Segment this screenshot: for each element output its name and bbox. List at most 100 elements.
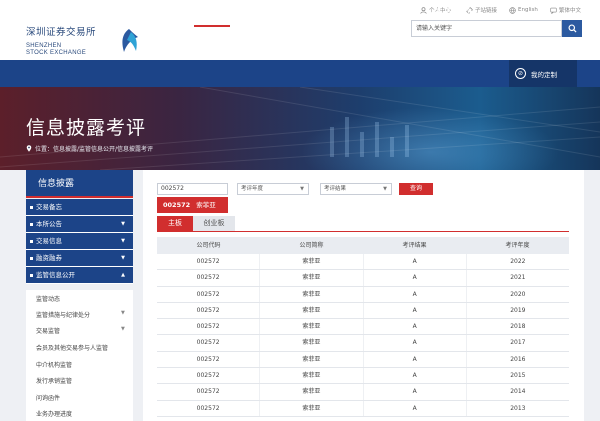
autocomplete-suggestion[interactable]: 002572 索菲亚	[157, 197, 228, 213]
sidebar-item-regulatory-info[interactable]: 监管信息公开 ▲	[26, 267, 133, 284]
table-cell: A	[364, 400, 467, 416]
globe-icon	[509, 6, 516, 14]
table-cell: 索菲亚	[260, 368, 364, 384]
search-icon	[567, 24, 577, 33]
table-cell: 2016	[510, 355, 526, 363]
nav-market-services[interactable]: 市场服务	[374, 0, 410, 27]
sidebar-title: 信息披露	[26, 170, 133, 198]
table-cell: 2014	[510, 388, 526, 396]
table-cell: 索菲亚	[260, 302, 364, 319]
table-cell: 002572	[157, 319, 261, 335]
table-row: 002572 索菲亚 A 2013	[157, 400, 569, 417]
logo-english-line-1: SHENZHEN	[26, 43, 62, 49]
table-cell: 索菲亚	[260, 384, 364, 400]
tab-gem-board[interactable]: 创业板	[193, 216, 235, 231]
sidebar-sub-item[interactable]: 业务办理进度	[36, 409, 72, 418]
header-company-name: 公司简称	[299, 242, 324, 249]
chevron-down-icon: ▼	[121, 310, 125, 316]
table-cell: 002572	[157, 254, 261, 270]
chevron-down-icon: ▼	[121, 221, 125, 227]
sidebar-sub-item[interactable]: 发行承销监管	[36, 376, 72, 385]
caret-down-icon: ▼	[383, 186, 387, 192]
table-cell: 索菲亚	[260, 254, 364, 270]
table-row: 002572 索菲亚 A 2022	[157, 254, 569, 271]
table-cell: 索菲亚	[260, 335, 364, 351]
sidebar-sub-item[interactable]: 监管措施与纪律处分 ▼	[36, 310, 125, 319]
table-cell: A	[364, 384, 467, 400]
table-cell: 002572	[157, 335, 261, 351]
sidebar-sub-item[interactable]: 问询函件	[36, 393, 60, 402]
table-cell: 2021	[510, 274, 526, 282]
table-cell: 002572	[157, 270, 261, 286]
table-cell: 002572	[157, 400, 261, 416]
header-result: 考评结果	[402, 242, 427, 249]
result-select[interactable]: 考评结果 ▼	[320, 183, 392, 195]
table-cell: 索菲亚	[260, 319, 364, 335]
traditional-chinese-link[interactable]: 繁体中文	[550, 5, 581, 15]
logo-emblem-icon	[122, 29, 138, 52]
table-cell: 索菲亚	[260, 286, 364, 302]
search-button[interactable]	[562, 20, 582, 37]
nav-disclosure[interactable]: 信息披露	[194, 0, 231, 27]
table-header: 公司代码 公司简称 考评结果 考评年度	[157, 237, 569, 254]
custom-icon: ⊘	[515, 68, 526, 79]
header-year: 考评年度	[505, 242, 530, 249]
sidebar-sub-item[interactable]: 中介机构监管	[36, 360, 72, 369]
table-cell: A	[364, 319, 467, 335]
english-link[interactable]: English	[509, 5, 538, 15]
sidebar-title-underline	[26, 196, 133, 198]
company-code-input[interactable]: 002572	[157, 183, 228, 195]
table-cell: 索菲亚	[260, 270, 364, 286]
chevron-down-icon: ▼	[121, 326, 125, 332]
table-cell: 2015	[510, 372, 526, 380]
table-cell: A	[364, 254, 467, 270]
my-custom-button[interactable]: ⊘ 我的定制	[509, 60, 577, 87]
table-row: 002572 索菲亚 A 2019	[157, 302, 569, 320]
table-cell: 2019	[510, 306, 526, 314]
table-cell: 2022	[510, 258, 526, 265]
table-cell: A	[364, 335, 467, 351]
table-cell: A	[364, 270, 467, 286]
substation-link[interactable]: 子站链接	[466, 5, 497, 15]
table-cell: 002572	[157, 351, 261, 368]
nav-party-building[interactable]: 党的建设	[73, 0, 109, 27]
sidebar-submenu: 监管动态 监管措施与纪律处分 ▼ 交易监管 ▼ 会员及其他交易参与人监管 中介机构监…	[26, 290, 133, 421]
location-pin-icon	[26, 145, 32, 152]
user-icon	[420, 6, 427, 14]
nav-listing[interactable]: 发行上市	[134, 0, 170, 27]
sidebar-sub-item[interactable]: 会员及其他交易参与人监管	[36, 343, 108, 352]
sidebar-item-announcements[interactable]: 本所公告 ▼	[26, 216, 133, 233]
table-cell: A	[364, 368, 467, 384]
query-button[interactable]: 查询	[399, 183, 433, 195]
breadcrumb: 位置：信息披露/监管信息公开/信息披露考评	[26, 144, 153, 153]
table-cell: A	[364, 351, 467, 368]
table-cell: 2020	[510, 290, 526, 298]
table-cell: 索菲亚	[260, 400, 364, 416]
sidebar-item-trading-info[interactable]: 交易信息 ▼	[26, 233, 133, 250]
sidebar-item-trading-memo[interactable]: 交易备忘	[26, 199, 133, 216]
table-row: 002572 索菲亚 A 2015	[157, 368, 569, 385]
language-icon	[550, 7, 557, 14]
nav-home[interactable]: 首页	[35, 0, 53, 27]
table-row: 002572 索菲亚 A 2014	[157, 384, 569, 401]
year-select[interactable]: 考评年度 ▼	[237, 183, 309, 195]
sidebar-menu: 交易备忘 本所公告 ▼ 交易信息 ▼ 融资融券 ▼ 监管信息公开 ▲	[26, 199, 133, 284]
tab-main-board[interactable]: 主板	[157, 216, 193, 231]
logo-english-line-2: STOCK EXCHANGE	[26, 50, 87, 56]
nav-market-data[interactable]: 市场数据	[254, 0, 290, 27]
table-row: 002572 索菲亚 A 2016	[157, 351, 569, 369]
sidebar-item-margin-trading[interactable]: 融资融券 ▼	[26, 250, 133, 267]
nav-about[interactable]: 关于本所	[434, 0, 470, 27]
table-cell: 002572	[157, 302, 261, 319]
nav-rules[interactable]: 法律规则	[314, 0, 350, 27]
table-cell: 2018	[510, 323, 526, 331]
sidebar-sub-item[interactable]: 交易监管 ▼	[36, 326, 125, 335]
sidebar-sub-item[interactable]: 监管动态	[36, 294, 60, 303]
evaluation-table: 公司代码 公司简称 考评结果 考评年度 002572 索菲亚 A 2022 002572…	[157, 237, 569, 417]
table-cell: 2017	[510, 339, 526, 347]
header-company-code: 公司代码	[196, 242, 221, 249]
table-row: 002572 索菲亚 A 2020	[157, 286, 569, 303]
table-cell: 002572	[157, 368, 261, 384]
table-cell: 002572	[157, 286, 261, 302]
table-row: 002572 索菲亚 A 2017	[157, 335, 569, 352]
